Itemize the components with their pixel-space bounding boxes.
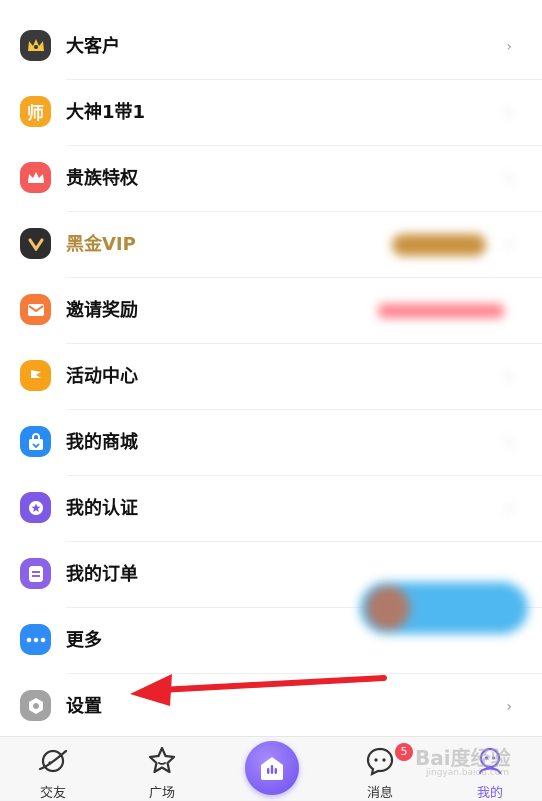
menu-item-noble[interactable]: 贵族特权 › [0,146,542,212]
chevron-right-icon: › [506,699,512,715]
menu-item-invite-reward[interactable]: 邀请奖励 [0,278,542,344]
chevron-right-icon: › [506,435,512,451]
floating-promo-pill[interactable] [360,582,528,634]
menu-item-black-gold-vip[interactable]: 黑金VIP › [0,212,542,278]
avatar [366,586,410,630]
noble-crown-icon [20,162,51,193]
chevron-right-icon: › [506,369,512,385]
chevron-right-icon: › [506,39,512,55]
tab-label: 交友 [39,786,66,801]
menu-item-label: 我的商城 [66,432,138,453]
menu-item-my-certification[interactable]: 我的认证 › [0,476,542,542]
order-icon [20,558,51,589]
star-face-icon [148,746,176,774]
menu-item-label: 我的认证 [66,498,138,519]
shopping-bag-icon [20,426,51,457]
envelope-icon [20,294,51,325]
menu-list: 大客户 › 师 大神1带1 › 贵族特权 › 黑金VIP › 邀请奖励 活动中心… [0,0,542,736]
tab-label: 广场 [148,786,175,801]
menu-item-label: 我的订单 [66,564,138,585]
invite-promo-text [378,304,504,318]
menu-item-my-store[interactable]: 我的商城 › [0,410,542,476]
chat-bubble-icon [366,747,394,776]
voice-room-icon [261,757,283,780]
menu-item-label: 黑金VIP [66,234,136,255]
menu-item-vip-client[interactable]: 大客户 › [0,14,542,80]
tab-friends[interactable]: 交友 [13,737,93,801]
watermark-url: jingyan.baidu.com [426,768,510,778]
menu-item-label: 大客户 [66,36,120,57]
menu-item-label: 邀请奖励 [66,300,138,321]
chevron-right-icon: › [506,171,512,187]
watermark: Bai度经验 [415,746,511,770]
menu-item-activity-center[interactable]: 活动中心 › [0,344,542,410]
annotation-arrow [130,674,387,706]
center-voice-button[interactable] [245,741,299,795]
master-icon: 师 [20,96,51,127]
settings-icon [20,690,51,721]
menu-item-master[interactable]: 师 大神1带1 › [0,80,542,146]
menu-item-label: 更多 [66,630,102,651]
unread-badge: 5 [395,743,413,761]
vip-promo-badge [392,234,486,256]
chevron-right-icon: › [506,501,512,517]
menu-item-label: 设置 [66,696,102,717]
planet-icon [38,749,68,773]
menu-item-label: 活动中心 [66,366,138,387]
certification-icon [20,492,51,523]
crown-icon [20,30,51,61]
tab-square[interactable]: 广场 [122,737,202,801]
menu-item-label: 贵族特权 [66,168,138,189]
menu-item-label: 大神1带1 [66,102,146,123]
tab-label: 我的 [476,786,503,801]
flag-icon [20,360,51,391]
tab-label: 消息 [366,786,393,801]
chevron-right-icon: › [506,237,512,253]
chevron-right-icon: › [506,105,512,121]
more-dots-icon [20,624,51,655]
vip-icon [20,228,51,259]
